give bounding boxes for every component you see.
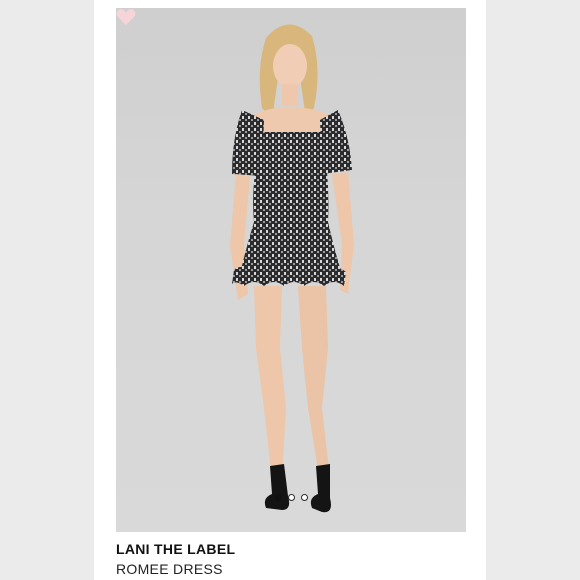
heart-icon[interactable] — [116, 8, 136, 26]
left-margin — [0, 0, 94, 580]
right-margin — [486, 0, 580, 580]
model-illustration — [230, 24, 354, 513]
product-name: ROMEE DRESS — [116, 561, 223, 577]
brand-name[interactable]: LANI THE LABEL — [116, 541, 235, 557]
carousel-dot-3[interactable] — [300, 494, 308, 501]
carousel-dot-2[interactable] — [287, 494, 295, 501]
listing-card: LANI THE LABEL ROMEE DRESS — [94, 0, 486, 580]
carousel-indicators — [116, 494, 466, 501]
carousel-dot-1[interactable] — [274, 494, 282, 501]
product-photo[interactable] — [116, 8, 466, 532]
